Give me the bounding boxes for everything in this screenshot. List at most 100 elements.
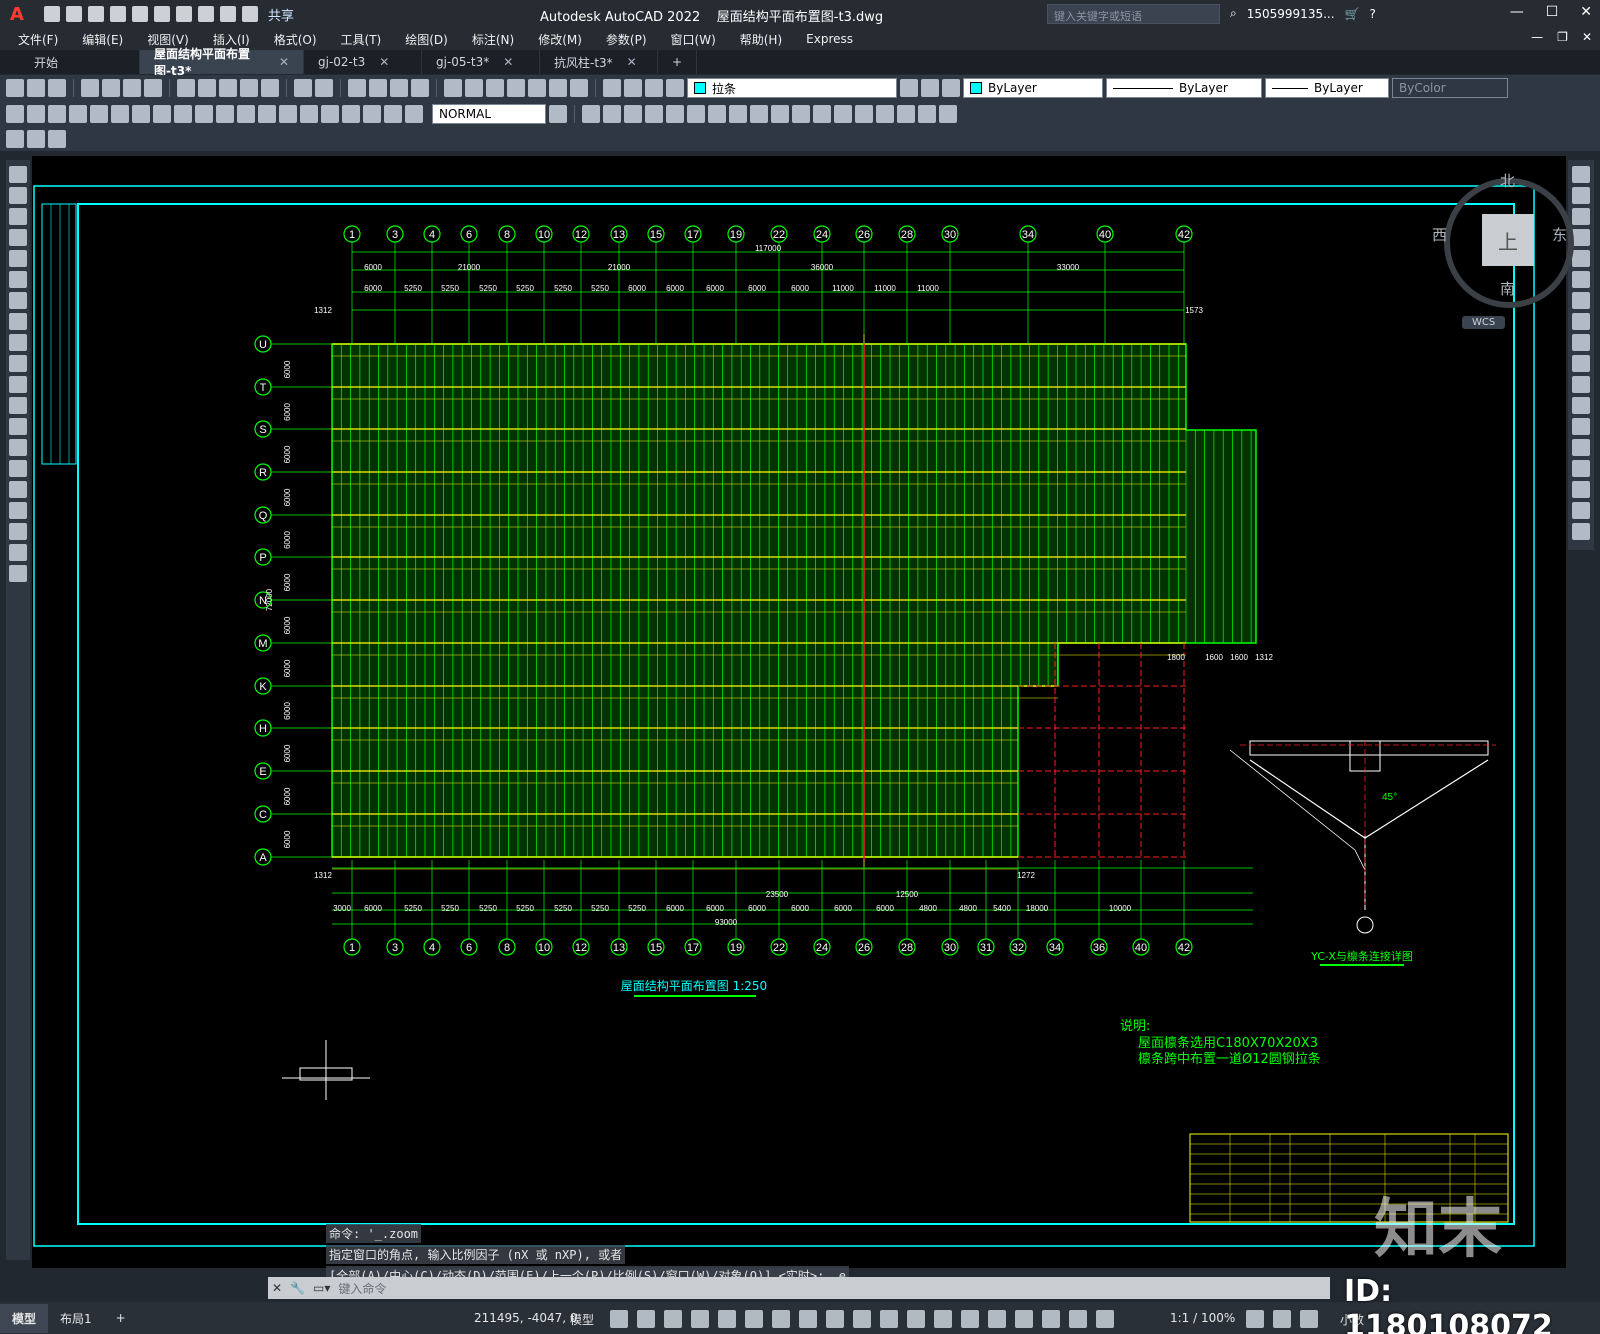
dim-text-edit-icon[interactable] <box>384 105 402 123</box>
match-prop-icon[interactable] <box>240 79 258 97</box>
angular-icon[interactable] <box>153 105 171 123</box>
viewcube-top-face[interactable]: 上 <box>1482 214 1534 266</box>
construction-line-icon[interactable] <box>9 187 27 204</box>
zoom-realtime-icon[interactable] <box>369 79 387 97</box>
customize-icon[interactable]: 🔧 <box>290 1281 305 1295</box>
dim-style-icon[interactable] <box>549 105 567 123</box>
plus-icon[interactable]: + <box>672 55 682 69</box>
table-edit-icon[interactable] <box>27 130 45 148</box>
jogged-icon[interactable] <box>111 105 129 123</box>
menu-format[interactable]: 格式(O) <box>262 31 329 48</box>
menu-modify[interactable]: 修改(M) <box>526 31 594 48</box>
cart-icon[interactable]: 🛒 <box>1345 7 1360 21</box>
command-prompt-icon[interactable]: ▭▾ <box>313 1281 330 1295</box>
point-icon[interactable] <box>9 439 27 456</box>
save-web-icon[interactable] <box>154 6 170 22</box>
line-icon[interactable] <box>9 166 27 183</box>
radius-icon[interactable] <box>90 105 108 123</box>
workspace-gear-icon[interactable] <box>1246 1310 1264 1328</box>
sheet-set-icon[interactable] <box>507 79 525 97</box>
lineweight-icon[interactable] <box>853 1310 871 1328</box>
copy-edges-icon[interactable] <box>813 105 831 123</box>
copy-faces-icon[interactable] <box>771 105 789 123</box>
taper-faces-icon[interactable] <box>750 105 768 123</box>
selection-filter-icon[interactable] <box>988 1310 1006 1328</box>
check-icon[interactable] <box>939 105 957 123</box>
blend-icon[interactable] <box>1572 502 1590 519</box>
units-icon[interactable] <box>1300 1310 1318 1328</box>
baseline-icon[interactable] <box>195 105 213 123</box>
add-selected-icon[interactable] <box>9 565 27 582</box>
zoom-window-icon[interactable] <box>390 79 408 97</box>
search-input[interactable]: 键入关键字或短语 <box>1047 4 1220 24</box>
rotate-icon[interactable] <box>1572 292 1590 309</box>
tab-model[interactable]: 模型 <box>0 1303 49 1333</box>
isodraft-icon[interactable] <box>772 1310 790 1328</box>
ellipse-icon[interactable] <box>9 355 27 372</box>
zoom-previous-icon[interactable] <box>411 79 429 97</box>
region-icon[interactable] <box>9 502 27 519</box>
customize-qat-icon[interactable] <box>242 6 258 22</box>
tab-gj-02[interactable]: gj-02-t3 ✕ <box>304 50 422 74</box>
cut-icon[interactable] <box>177 79 195 97</box>
menu-edit[interactable]: 编辑(E) <box>70 31 135 48</box>
extend-icon[interactable] <box>1572 376 1590 393</box>
copy-icon[interactable] <box>1572 187 1590 204</box>
menu-window[interactable]: 窗口(W) <box>659 31 728 48</box>
dynamic-ucs-icon[interactable] <box>961 1310 979 1328</box>
layer-tools-icon[interactable] <box>48 130 66 148</box>
layer-state-manager-icon[interactable] <box>942 79 960 97</box>
imprint-icon[interactable] <box>855 105 873 123</box>
annotation-visibility-icon[interactable] <box>1042 1310 1060 1328</box>
plot-icon[interactable] <box>176 6 192 22</box>
redo-icon[interactable] <box>220 6 236 22</box>
arc-length-icon[interactable] <box>48 105 66 123</box>
revcloud-icon[interactable] <box>9 313 27 330</box>
inspect-icon[interactable] <box>321 105 339 123</box>
rectangle-icon[interactable] <box>9 250 27 267</box>
save-icon[interactable] <box>88 6 104 22</box>
wcs-menu[interactable]: WCS <box>1462 316 1506 329</box>
close-icon[interactable]: ✕ <box>1580 4 1592 20</box>
3d-osnap-icon[interactable] <box>934 1310 952 1328</box>
doc-close-icon[interactable]: ✕ <box>1582 30 1592 44</box>
auto-scale-icon[interactable] <box>1069 1310 1087 1328</box>
fillet-icon[interactable] <box>1572 481 1590 498</box>
publish-icon[interactable] <box>123 79 141 97</box>
polar-icon[interactable] <box>745 1310 763 1328</box>
color-edges-icon[interactable] <box>834 105 852 123</box>
3d-print-icon[interactable] <box>144 79 162 97</box>
new-file-icon[interactable] <box>44 6 60 22</box>
layer-properties-icon[interactable] <box>603 79 621 97</box>
trim-icon[interactable] <box>1572 355 1590 372</box>
doc-minimize-icon[interactable]: — <box>1531 30 1543 44</box>
close-tab-icon[interactable]: ✕ <box>503 55 513 69</box>
menu-express[interactable]: Express <box>794 32 865 46</box>
gizmo-icon[interactable] <box>1015 1310 1033 1328</box>
drawing-canvas[interactable]: 1 3 4 6 8 10 12 13 15 17 19 22 24 26 28 30 34 40 42 1 3 4 6 8 10… <box>32 156 1574 1268</box>
command-line[interactable]: ✕ 🔧 ▭▾ 键入命令 <box>268 1277 1330 1299</box>
lock-icon[interactable] <box>666 79 684 97</box>
undo-icon[interactable] <box>198 6 214 22</box>
make-block-icon[interactable] <box>9 418 27 435</box>
offset-faces-icon[interactable] <box>687 105 705 123</box>
close-tab-icon[interactable]: ✕ <box>279 55 289 69</box>
save-as-icon[interactable] <box>110 6 126 22</box>
explode-icon[interactable] <box>1572 523 1590 540</box>
redo-icon[interactable] <box>315 79 333 97</box>
close-tab-icon[interactable]: ✕ <box>627 55 637 69</box>
open-web-icon[interactable] <box>132 6 148 22</box>
viewcube-south[interactable]: 南 <box>1500 278 1515 299</box>
break-icon[interactable] <box>1572 418 1590 435</box>
stretch-icon[interactable] <box>1572 334 1590 351</box>
hatch-icon[interactable] <box>9 460 27 477</box>
color-dropdown[interactable]: ByLayer <box>963 78 1103 98</box>
help-icon[interactable] <box>570 79 588 97</box>
delete-faces-icon[interactable] <box>708 105 726 123</box>
add-layout-icon[interactable]: + <box>104 1305 138 1331</box>
ordinate-icon[interactable] <box>69 105 87 123</box>
paste-icon[interactable] <box>219 79 237 97</box>
tab-wind-column[interactable]: 抗风柱-t3* ✕ <box>540 50 658 74</box>
text-style-dropdown[interactable]: NORMAL <box>432 104 546 124</box>
open-file-icon[interactable] <box>66 6 82 22</box>
